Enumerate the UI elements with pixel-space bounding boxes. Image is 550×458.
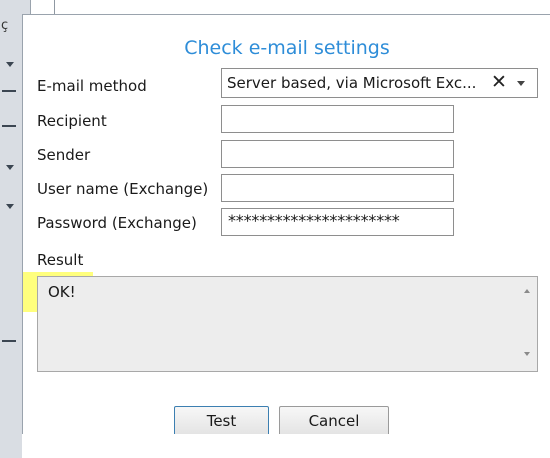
result-value: OK! — [48, 283, 76, 301]
password-input[interactable]: ********************** — [221, 208, 454, 236]
recipient-input[interactable] — [221, 105, 454, 133]
chevron-down-icon[interactable] — [517, 81, 525, 86]
cancel-button[interactable]: Cancel — [279, 406, 389, 436]
scroll-down-icon[interactable] — [524, 352, 530, 356]
email-method-select[interactable]: Server based, via Microsoft Exc... ✕ — [221, 68, 538, 98]
password-label: Password (Exchange) — [37, 214, 197, 232]
dialog-title: Check e-mail settings — [184, 37, 390, 59]
scroll-up-icon[interactable] — [524, 289, 530, 293]
recipient-label: Recipient — [37, 112, 107, 130]
username-input[interactable] — [221, 174, 454, 202]
menu-line-icon — [2, 340, 16, 342]
background-bottom-bar — [22, 434, 550, 458]
sender-input[interactable] — [221, 140, 454, 168]
dropdown-arrow-icon[interactable] — [6, 165, 14, 170]
username-label: User name (Exchange) — [37, 180, 209, 198]
sender-label: Sender — [37, 146, 91, 164]
menu-line-icon — [2, 90, 16, 92]
email-method-value: Server based, via Microsoft Exc... — [227, 74, 477, 92]
dropdown-arrow-icon[interactable] — [6, 204, 14, 209]
background-edge-text: ç — [1, 18, 9, 33]
check-email-settings-dialog: Check e-mail settings E-mail method Serv… — [22, 14, 550, 436]
email-method-label: E-mail method — [37, 77, 147, 95]
test-button[interactable]: Test — [174, 406, 269, 436]
clear-icon[interactable]: ✕ — [491, 71, 507, 93]
menu-line-icon — [2, 125, 16, 127]
password-value: ********************** — [228, 211, 400, 230]
dropdown-arrow-icon[interactable] — [6, 62, 14, 67]
result-textarea[interactable]: OK! — [37, 276, 538, 372]
result-label: Result — [37, 251, 84, 269]
